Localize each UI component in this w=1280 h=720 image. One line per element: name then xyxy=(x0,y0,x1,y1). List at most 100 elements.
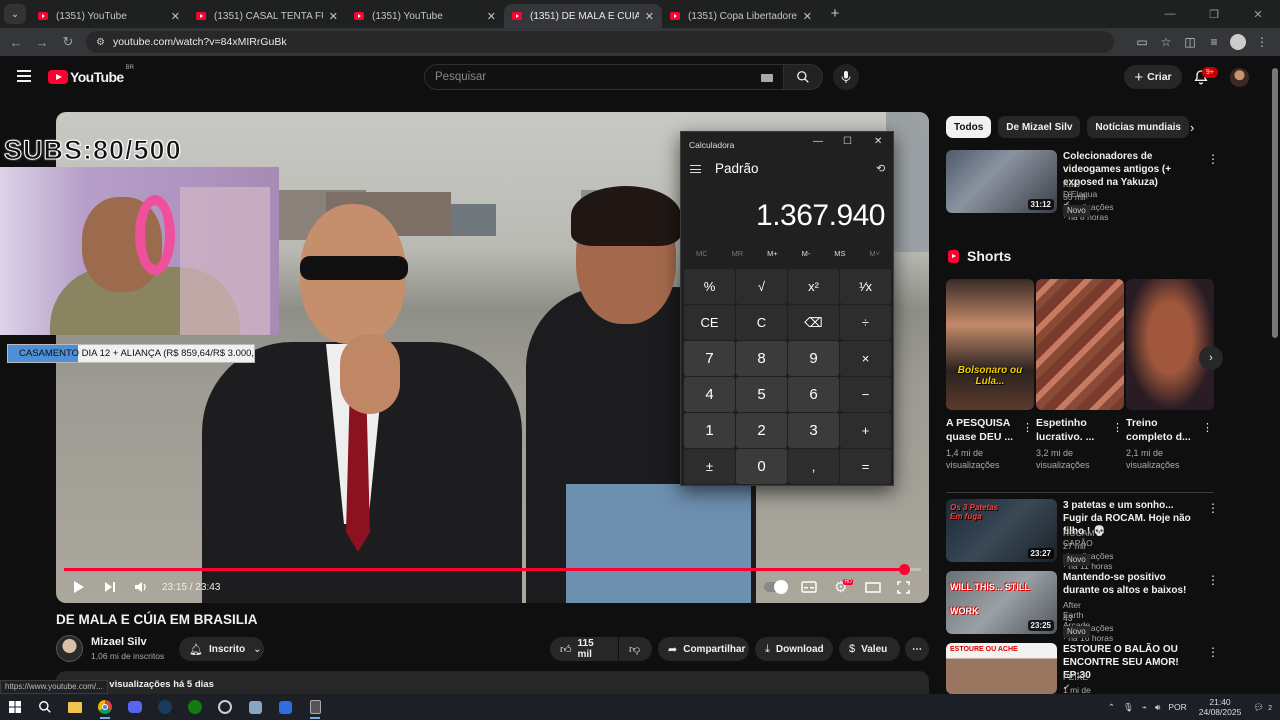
calc-key[interactable]: 3 xyxy=(788,413,839,448)
more-vertical-icon[interactable]: ⋮ xyxy=(1022,421,1033,434)
calc-key[interactable]: ¹⁄x xyxy=(840,269,891,304)
theater-mode-button[interactable] xyxy=(865,579,881,595)
calculator-taskbar-icon[interactable] xyxy=(300,694,330,720)
app-taskbar-icon[interactable] xyxy=(240,694,270,720)
calc-key[interactable]: × xyxy=(840,341,891,376)
close-tab-icon[interactable]: ✕ xyxy=(171,10,180,23)
xbox-taskbar-icon[interactable] xyxy=(180,694,210,720)
notification-center-icon[interactable]: 💬︎ 2 xyxy=(1253,702,1276,713)
thanks-button[interactable]: $ Valeu xyxy=(839,637,900,661)
search-taskbar-button[interactable] xyxy=(30,694,60,720)
memory-button[interactable]: M- xyxy=(802,249,811,258)
download-button[interactable]: ⤓ Download xyxy=(755,637,833,661)
calc-key[interactable]: x² xyxy=(788,269,839,304)
autoplay-toggle[interactable] xyxy=(764,579,788,595)
short-thumbnail[interactable]: Bolsonaro ou Lula... xyxy=(946,279,1034,410)
chip-all[interactable]: Todos xyxy=(946,116,992,138)
more-vertical-icon[interactable]: ⋮ xyxy=(1207,501,1219,515)
shorts-next-button[interactable]: › xyxy=(1199,346,1223,370)
like-button[interactable]: 👍︎ 115 mil xyxy=(550,637,618,661)
close-tab-icon[interactable]: ✕ xyxy=(803,10,812,23)
short-title[interactable]: Espetinho lucrativo. ... xyxy=(1036,416,1110,444)
keyboard-icon[interactable] xyxy=(761,74,773,82)
calc-key[interactable]: 1 xyxy=(684,413,735,448)
address-bar[interactable]: ⚙ youtube.com/watch?v=84xMIRrGuBk xyxy=(86,31,1114,53)
short-item[interactable]: Bolsonaro ou Lula... A PESQUISA quase DE… xyxy=(946,279,1034,471)
app-taskbar-icon[interactable] xyxy=(270,694,300,720)
restore-icon[interactable]: ❐ xyxy=(1192,0,1236,28)
play-button[interactable] xyxy=(73,579,85,595)
calc-key[interactable]: 7 xyxy=(684,341,735,376)
description-box[interactable]: 1,1 mi de visualizações há 5 dias xyxy=(56,671,929,695)
forward-icon[interactable]: → xyxy=(30,30,54,54)
taskbar-clock[interactable]: 21:40 24/08/2025 xyxy=(1199,697,1242,717)
calc-key[interactable]: 9 xyxy=(788,341,839,376)
back-icon[interactable]: ← xyxy=(4,30,28,54)
site-info-icon[interactable]: ⚙ xyxy=(96,37,105,48)
channel-avatar[interactable] xyxy=(56,635,83,662)
close-tab-icon[interactable]: ✕ xyxy=(645,10,654,23)
file-explorer-icon[interactable] xyxy=(60,694,90,720)
calc-key[interactable]: √ xyxy=(736,269,787,304)
calc-maximize-icon[interactable]: ☐ xyxy=(843,136,852,147)
more-vertical-icon[interactable]: ⋮ xyxy=(1207,152,1219,166)
reading-list-icon[interactable]: ≡ xyxy=(1202,30,1226,54)
chip-from-channel[interactable]: De Mizael Silv xyxy=(998,116,1081,138)
share-button[interactable]: ➦ Compartilhar xyxy=(658,637,749,661)
calc-key[interactable]: CE xyxy=(684,305,735,340)
calc-key[interactable]: 2 xyxy=(736,413,787,448)
video-thumbnail[interactable]: WILL THIS... STILL WORK 23:25 xyxy=(946,571,1057,634)
calc-key[interactable]: 8 xyxy=(736,341,787,376)
calc-key[interactable]: ± xyxy=(684,449,735,484)
browser-menu-icon[interactable]: ⋮ xyxy=(1250,30,1274,54)
calc-key[interactable]: − xyxy=(840,377,891,412)
chips-next-icon[interactable]: › xyxy=(1190,120,1194,135)
calc-key[interactable]: + xyxy=(840,413,891,448)
new-tab-button[interactable]: + xyxy=(824,2,846,24)
more-actions-button[interactable]: ⋯ xyxy=(905,637,929,661)
calc-key[interactable]: % xyxy=(684,269,735,304)
microphone-tray-icon[interactable]: 🎙︎ xyxy=(1123,702,1134,713)
short-item[interactable]: Espetinho lucrativo. ... 3,2 mi de visua… xyxy=(1036,279,1124,471)
progress-scrubber[interactable] xyxy=(898,564,910,575)
scrollbar-thumb[interactable] xyxy=(1272,68,1278,338)
create-button[interactable]: + Criar xyxy=(1124,65,1182,89)
memory-button[interactable]: MS xyxy=(834,249,845,258)
fullscreen-button[interactable] xyxy=(897,579,910,595)
calc-key[interactable]: ⌫ xyxy=(788,305,839,340)
calc-key[interactable]: C xyxy=(736,305,787,340)
video-thumbnail[interactable]: Os 3 Patetas Em fuga 23:27 xyxy=(946,499,1057,562)
short-title[interactable]: A PESQUISA quase DEU ... xyxy=(946,416,1020,444)
search-input[interactable]: Pesquisar xyxy=(424,64,784,90)
short-title[interactable]: Treino completo d... xyxy=(1126,416,1200,444)
browser-tab-1[interactable]: (1351) YouTube ✕ xyxy=(30,4,188,28)
memory-button[interactable]: MR xyxy=(732,249,744,258)
voice-search-button[interactable] xyxy=(833,64,859,90)
profile-avatar[interactable] xyxy=(1230,34,1246,50)
video-thumbnail[interactable]: ESTOURE OU ACHE xyxy=(946,643,1057,694)
start-button[interactable] xyxy=(0,694,30,720)
calc-key[interactable]: ÷ xyxy=(840,305,891,340)
browser-tab-4-active[interactable]: (1351) DE MALA E CÚIA EM BR✕ xyxy=(504,4,662,28)
calc-key[interactable]: 4 xyxy=(684,377,735,412)
account-avatar[interactable] xyxy=(1230,68,1249,87)
dislike-button[interactable]: 👎︎ xyxy=(619,637,652,661)
close-window-icon[interactable]: ✕ xyxy=(1236,0,1280,28)
keyboard-language[interactable]: POR xyxy=(1168,702,1186,712)
minimize-icon[interactable]: — xyxy=(1148,0,1192,28)
extensions-icon[interactable]: ◫ xyxy=(1178,30,1202,54)
video-thumbnail[interactable]: 31:12 xyxy=(946,150,1057,213)
speaker-icon[interactable]: 🔊︎ xyxy=(1155,702,1160,713)
memory-button[interactable]: M+ xyxy=(767,249,778,258)
chrome-taskbar-icon[interactable] xyxy=(90,694,120,720)
short-item[interactable]: Treino completo d... 2,1 mi de visualiza… xyxy=(1126,279,1214,471)
tray-overflow-icon[interactable]: ⌃ xyxy=(1108,702,1115,713)
calc-key[interactable]: = xyxy=(840,449,891,484)
close-tab-icon[interactable]: ✕ xyxy=(487,10,496,23)
close-tab-icon[interactable]: ✕ xyxy=(329,10,338,23)
app-taskbar-icon[interactable] xyxy=(210,694,240,720)
memory-button[interactable]: MC xyxy=(696,249,708,258)
settings-button[interactable]: ⚙ HD xyxy=(834,579,853,596)
video-progress-bar[interactable] xyxy=(64,564,921,575)
short-thumbnail[interactable] xyxy=(1126,279,1214,410)
